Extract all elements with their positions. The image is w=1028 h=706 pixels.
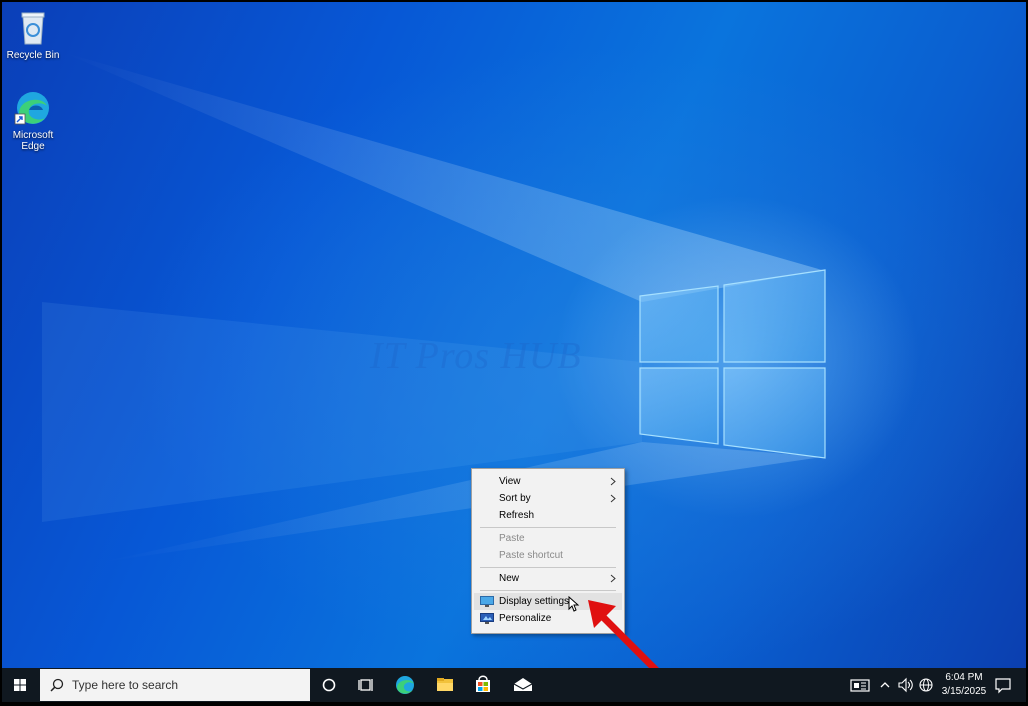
- menu-item-sort-by[interactable]: Sort by: [474, 490, 622, 507]
- microsoft-store-button[interactable]: [468, 668, 498, 702]
- mail-icon: [513, 678, 533, 691]
- mouse-cursor-icon: [568, 596, 580, 612]
- windows-logo-icon: [14, 679, 26, 691]
- menu-item-paste-shortcut[interactable]: Paste shortcut: [474, 547, 622, 564]
- news-icon: [850, 679, 870, 692]
- store-icon: [476, 675, 490, 692]
- watermark: IT Pros HUB: [370, 335, 582, 377]
- menu-item-paste[interactable]: Paste: [474, 530, 622, 547]
- start-button[interactable]: [2, 668, 38, 702]
- chevron-right-icon: [610, 477, 616, 486]
- volume-button[interactable]: [896, 668, 916, 702]
- taskbar: Type here to search 6:04 PM 3/15/2025: [2, 668, 1026, 702]
- task-view-button[interactable]: [352, 668, 382, 702]
- menu-divider: [480, 590, 616, 591]
- clock-time: 6:04 PM: [945, 672, 983, 683]
- menu-item-refresh[interactable]: Refresh: [474, 507, 622, 524]
- display-icon: [480, 596, 494, 607]
- taskbar-edge-button[interactable]: [390, 668, 420, 702]
- recycle-bin-icon: [13, 8, 53, 48]
- microsoft-edge-shortcut[interactable]: Microsoft Edge: [2, 88, 64, 152]
- search-icon: [50, 678, 64, 692]
- screen: IT Pros HUB Recycle Bin Microsoft Edge V…: [0, 0, 1028, 706]
- cortana-button[interactable]: [314, 668, 344, 702]
- personalize-icon: [480, 613, 494, 624]
- microsoft-edge-label: Microsoft Edge: [12, 130, 54, 152]
- desktop[interactable]: IT Pros HUB Recycle Bin Microsoft Edge V…: [2, 2, 1026, 668]
- search-placeholder: Type here to search: [72, 678, 179, 692]
- recycle-bin-label: Recycle Bin: [6, 50, 60, 61]
- menu-item-new[interactable]: New: [474, 570, 622, 587]
- clock-button[interactable]: 6:04 PM 3/15/2025: [934, 668, 994, 702]
- mail-button[interactable]: [508, 668, 538, 702]
- task-view-icon: [358, 679, 373, 691]
- edge-icon: [396, 676, 414, 694]
- screen-border: [0, 702, 1028, 706]
- menu-divider: [480, 527, 616, 528]
- taskbar-search-box[interactable]: Type here to search: [40, 669, 310, 701]
- chevron-right-icon: [610, 494, 616, 503]
- edge-icon: [13, 88, 53, 128]
- show-hidden-icons-button[interactable]: [878, 668, 892, 702]
- clock-date: 3/15/2025: [941, 686, 987, 697]
- notification-icon: [995, 678, 1011, 694]
- chevron-up-icon: [880, 682, 890, 688]
- menu-item-view[interactable]: View: [474, 473, 622, 490]
- chevron-right-icon: [610, 574, 616, 583]
- network-globe-icon: [919, 678, 933, 692]
- volume-icon: [898, 677, 913, 693]
- cortana-icon: [322, 678, 336, 692]
- network-button[interactable]: [916, 668, 936, 702]
- menu-divider: [480, 567, 616, 568]
- news-widget-button[interactable]: [848, 668, 872, 702]
- file-explorer-icon: [437, 678, 453, 691]
- recycle-bin-shortcut[interactable]: Recycle Bin: [2, 8, 64, 61]
- action-center-button[interactable]: [990, 668, 1016, 702]
- annotation-arrow-icon: [588, 600, 659, 668]
- file-explorer-button[interactable]: [430, 668, 460, 702]
